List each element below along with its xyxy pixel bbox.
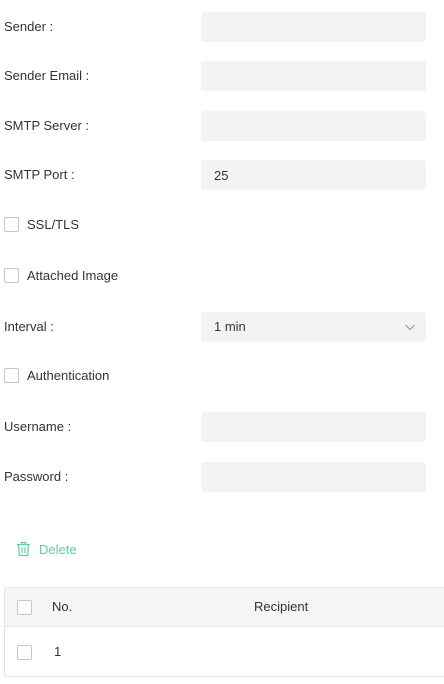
ssl-tls-row: SSL/TLS bbox=[0, 210, 444, 240]
authentication-row: Authentication bbox=[0, 361, 444, 391]
password-input[interactable] bbox=[201, 462, 426, 492]
sender-email-label: Sender Email : bbox=[4, 68, 90, 83]
interval-selected-value: 1 min bbox=[214, 319, 246, 334]
interval-row: Interval : 1 min bbox=[0, 312, 444, 342]
ssl-tls-label[interactable]: SSL/TLS bbox=[27, 210, 79, 240]
attached-image-checkbox[interactable] bbox=[4, 268, 19, 283]
smtp-server-label: SMTP Server : bbox=[4, 118, 90, 133]
smtp-port-row: SMTP Port : bbox=[0, 160, 444, 190]
username-row: Username : bbox=[0, 412, 444, 442]
delete-label: Delete bbox=[39, 541, 77, 557]
smtp-server-row: SMTP Server : bbox=[0, 111, 444, 141]
table-row[interactable]: 1 bbox=[4, 627, 444, 677]
ssl-tls-checkbox[interactable] bbox=[4, 217, 19, 232]
interval-select[interactable]: 1 min bbox=[201, 312, 426, 342]
select-all-checkbox[interactable] bbox=[17, 600, 32, 615]
sender-email-input[interactable] bbox=[201, 61, 426, 91]
column-header-recipient[interactable]: Recipient bbox=[254, 588, 308, 626]
sender-email-row: Sender Email : bbox=[0, 61, 444, 91]
authentication-checkbox[interactable] bbox=[4, 368, 19, 383]
smtp-server-input[interactable] bbox=[201, 111, 426, 141]
delete-button[interactable]: Delete bbox=[16, 538, 77, 560]
row-checkbox[interactable] bbox=[17, 645, 32, 660]
row-number: 1 bbox=[54, 644, 62, 659]
table-header: No. Recipient bbox=[4, 587, 444, 627]
password-label: Password : bbox=[4, 469, 69, 484]
sender-row: Sender : bbox=[0, 12, 444, 42]
recipients-table: No. Recipient 1 bbox=[4, 587, 444, 684]
sender-input[interactable] bbox=[201, 12, 426, 42]
username-label: Username : bbox=[4, 419, 72, 434]
attached-image-row: Attached Image bbox=[0, 261, 444, 291]
authentication-label[interactable]: Authentication bbox=[27, 361, 109, 391]
smtp-port-input[interactable] bbox=[201, 160, 426, 190]
attached-image-label[interactable]: Attached Image bbox=[27, 261, 118, 291]
column-header-no[interactable]: No. bbox=[52, 588, 72, 626]
password-row: Password : bbox=[0, 462, 444, 492]
username-input[interactable] bbox=[201, 412, 426, 442]
interval-label: Interval : bbox=[4, 319, 54, 334]
smtp-port-label: SMTP Port : bbox=[4, 167, 75, 182]
chevron-down-icon bbox=[405, 324, 415, 331]
sender-label: Sender : bbox=[4, 19, 54, 34]
trash-icon bbox=[17, 541, 30, 557]
